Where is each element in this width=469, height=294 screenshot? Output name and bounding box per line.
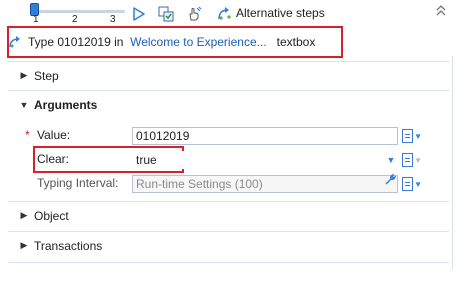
expand-arrow-icon: ▶ xyxy=(20,240,28,250)
document-icon xyxy=(402,177,414,191)
step-target-link[interactable]: Welcome to Experience... xyxy=(130,35,267,49)
collapse-arrow-icon: ▼ xyxy=(19,99,29,110)
type-step-icon xyxy=(8,35,24,49)
step-in-label: in xyxy=(114,35,124,49)
hand-pointer-icon[interactable] xyxy=(186,6,202,22)
step-target-kind: textbox xyxy=(276,35,316,49)
chevron-down-icon: ▼ xyxy=(414,131,422,141)
value-label: Value: xyxy=(37,128,71,142)
section-arguments[interactable]: ▼ Arguments xyxy=(8,90,449,118)
required-marker: * xyxy=(25,128,30,142)
section-transactions[interactable]: ▶ Transactions xyxy=(8,231,449,259)
scrollbar-track[interactable] xyxy=(452,56,453,270)
alternative-steps-icon[interactable] xyxy=(217,6,233,22)
step-slider-track[interactable] xyxy=(33,10,125,13)
section-object[interactable]: ▶ Object xyxy=(8,201,449,229)
step-type-label: Type xyxy=(28,35,55,49)
wrench-icon[interactable] xyxy=(384,173,397,189)
chevron-down-icon: ▼ xyxy=(414,155,422,165)
typing-interval-field[interactable]: Run-time Settings (100) xyxy=(132,175,398,193)
section-step-label: Step xyxy=(34,68,59,83)
play-icon[interactable] xyxy=(131,6,147,22)
section-transactions-label: Transactions xyxy=(34,238,103,253)
slider-tick-2: 2 xyxy=(72,14,78,25)
value-data-table-button[interactable]: ▼ xyxy=(402,128,422,144)
clear-dropdown-arrow-icon[interactable]: ▼ xyxy=(386,155,396,165)
slider-tick-3: 3 xyxy=(110,14,116,25)
clear-label: Clear: xyxy=(37,152,70,166)
alternative-steps-label[interactable]: Alternative steps xyxy=(236,6,325,20)
section-arguments-label: Arguments xyxy=(34,97,98,112)
document-icon xyxy=(402,129,414,143)
step-value: 01012019 xyxy=(57,35,111,49)
slider-tick-1: 1 xyxy=(33,14,39,25)
clear-data-table-button[interactable]: ▼ xyxy=(402,152,422,168)
typing-interval-data-table-button[interactable]: ▼ xyxy=(402,176,422,192)
capture-icon[interactable] xyxy=(158,6,174,22)
document-icon xyxy=(402,153,414,167)
step-header: Type 01012019 in Welcome to Experience..… xyxy=(8,29,315,55)
section-object-label: Object xyxy=(34,208,69,223)
section-divider xyxy=(8,262,449,263)
expand-arrow-icon: ▶ xyxy=(20,210,28,220)
clear-select[interactable]: true xyxy=(132,151,398,169)
section-step[interactable]: ▶ Step xyxy=(8,61,449,89)
chevron-down-icon: ▼ xyxy=(414,179,422,189)
value-field[interactable]: 01012019 xyxy=(132,127,398,145)
typing-interval-label: Typing Interval: xyxy=(37,176,119,190)
expand-arrow-icon: ▶ xyxy=(20,70,28,80)
collapse-icon[interactable] xyxy=(434,5,448,21)
